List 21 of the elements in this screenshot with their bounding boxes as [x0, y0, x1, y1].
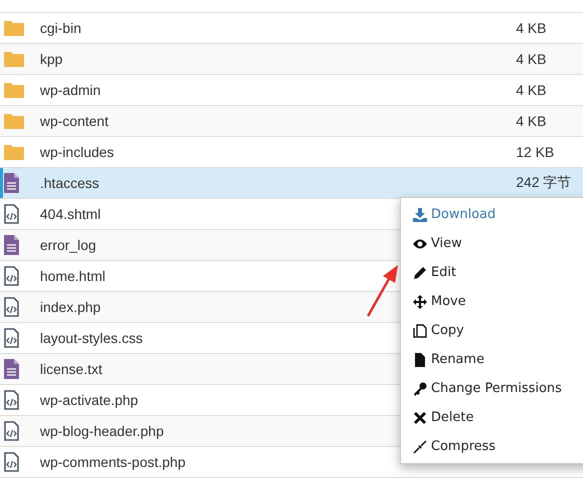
file-name: 404.shtml — [40, 206, 101, 222]
file-size: 242 字节 — [516, 174, 572, 192]
file-name: .htaccess — [40, 175, 100, 191]
file-name: cgi-bin — [40, 20, 82, 36]
file-name: kpp — [40, 51, 63, 67]
file-name: wp-activate.php — [40, 392, 138, 408]
file-size: 4 KB — [516, 82, 548, 98]
file-name: layout-styles.css — [40, 330, 143, 346]
file-name: wp-admin — [40, 82, 101, 98]
file-name: wp-blog-header.php — [40, 423, 164, 439]
file-name: wp-comments-post.php — [40, 454, 186, 470]
file-name: license.txt — [40, 361, 102, 377]
file-name: index.php — [40, 299, 101, 315]
file-name: wp-includes — [40, 144, 114, 160]
file-name: error_log — [40, 237, 96, 253]
file-name: home.html — [40, 268, 106, 284]
file-size: 4 KB — [516, 113, 548, 129]
file-size: 12 KB — [516, 144, 556, 160]
file-name: wp-content — [40, 113, 108, 129]
file-size: 4 KB — [516, 20, 548, 36]
file-size: 4 KB — [516, 51, 548, 67]
